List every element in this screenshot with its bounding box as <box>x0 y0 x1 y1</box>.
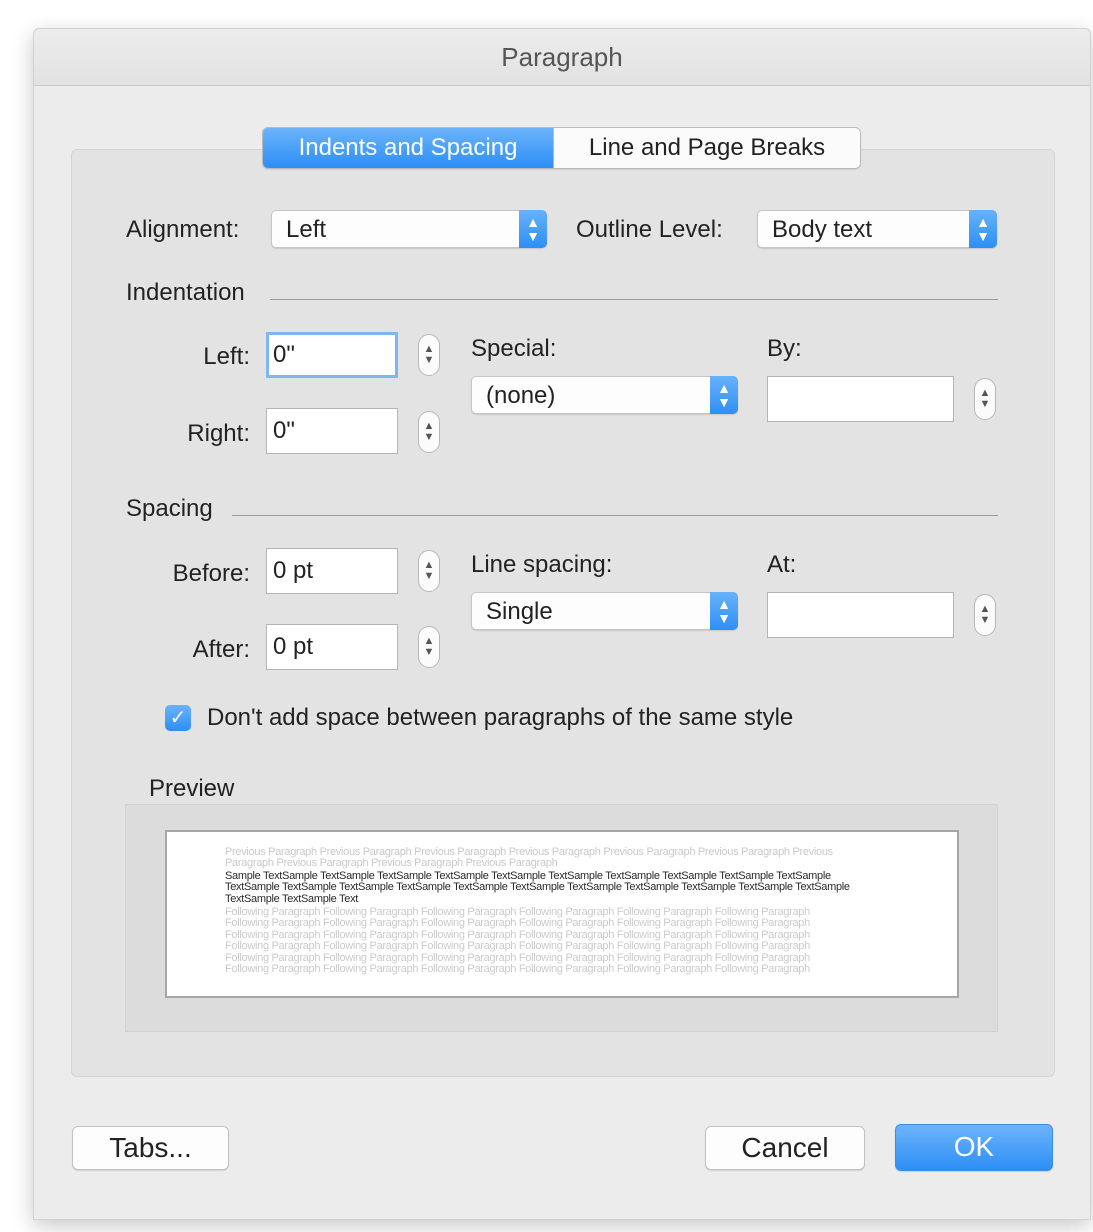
chevron-up-down-icon: ▲ ▼ <box>969 210 997 248</box>
dialog-title: Paragraph <box>34 29 1090 86</box>
right-indent-stepper[interactable]: ▲ ▼ <box>418 411 440 453</box>
line-spacing-value: Single <box>486 598 553 625</box>
at-field[interactable] <box>767 592 954 638</box>
preview-sample-text: Sample TextSample TextSample TextSample … <box>225 870 850 905</box>
spacing-divider <box>232 515 998 516</box>
special-select[interactable]: (none) ▲ ▼ <box>471 376 738 414</box>
chevron-up-down-icon: ▲ ▼ <box>710 592 738 630</box>
at-label: At: <box>767 551 797 578</box>
alignment-value: Left <box>286 216 327 243</box>
preview-previous-paragraph: Previous Paragraph Previous Paragraph Pr… <box>225 846 833 870</box>
after-label: After: <box>192 636 250 663</box>
left-indent-label: Left: <box>203 343 250 370</box>
right-indent-label: Right: <box>187 420 250 447</box>
indentation-divider <box>270 299 998 300</box>
tab-indents-and-spacing[interactable]: Indents and Spacing <box>263 128 553 168</box>
by-field[interactable] <box>767 376 954 422</box>
cancel-button[interactable]: Cancel <box>705 1126 865 1170</box>
preview-title: Preview <box>149 775 235 802</box>
special-label: Special: <box>471 335 557 362</box>
tab-bar: Indents and Spacing Line and Page Breaks <box>262 127 861 169</box>
before-label: Before: <box>172 560 250 587</box>
outline-level-label: Outline Level: <box>576 216 723 243</box>
preview-page: Previous Paragraph Previous Paragraph Pr… <box>165 830 959 998</box>
after-field[interactable] <box>266 624 398 670</box>
right-indent-field[interactable] <box>266 408 398 454</box>
tabs-button[interactable]: Tabs... <box>72 1126 229 1170</box>
chevron-up-down-icon: ▲ ▼ <box>519 210 547 248</box>
alignment-label: Alignment: <box>126 216 240 243</box>
chevron-up-down-icon: ▲ ▼ <box>710 376 738 414</box>
checkmark-icon: ✓ <box>169 707 187 729</box>
before-stepper[interactable]: ▲ ▼ <box>418 550 440 592</box>
ok-button[interactable]: OK <box>895 1124 1053 1171</box>
before-field[interactable] <box>266 548 398 594</box>
line-spacing-select[interactable]: Single ▲ ▼ <box>471 592 738 630</box>
line-spacing-label: Line spacing: <box>471 551 613 578</box>
at-stepper[interactable]: ▲ ▼ <box>974 594 996 636</box>
outline-level-select[interactable]: Body text ▲ ▼ <box>757 210 997 248</box>
left-indent-field[interactable] <box>266 332 398 378</box>
outline-level-value: Body text <box>772 216 873 243</box>
dont-add-space-label[interactable]: Don't add space between paragraphs of th… <box>207 704 793 732</box>
special-value: (none) <box>486 382 556 409</box>
by-stepper[interactable]: ▲ ▼ <box>974 378 996 420</box>
preview-following-paragraph: Following Paragraph Following Paragraph … <box>225 906 810 976</box>
alignment-select[interactable]: Left ▲ ▼ <box>271 210 547 248</box>
indentation-section-title: Indentation <box>126 279 245 306</box>
tab-line-and-page-breaks[interactable]: Line and Page Breaks <box>553 128 860 168</box>
dont-add-space-checkbox[interactable]: ✓ <box>165 705 191 731</box>
left-indent-stepper[interactable]: ▲ ▼ <box>418 334 440 376</box>
spacing-section-title: Spacing <box>126 495 213 522</box>
by-label: By: <box>767 335 802 362</box>
after-stepper[interactable]: ▲ ▼ <box>418 626 440 668</box>
